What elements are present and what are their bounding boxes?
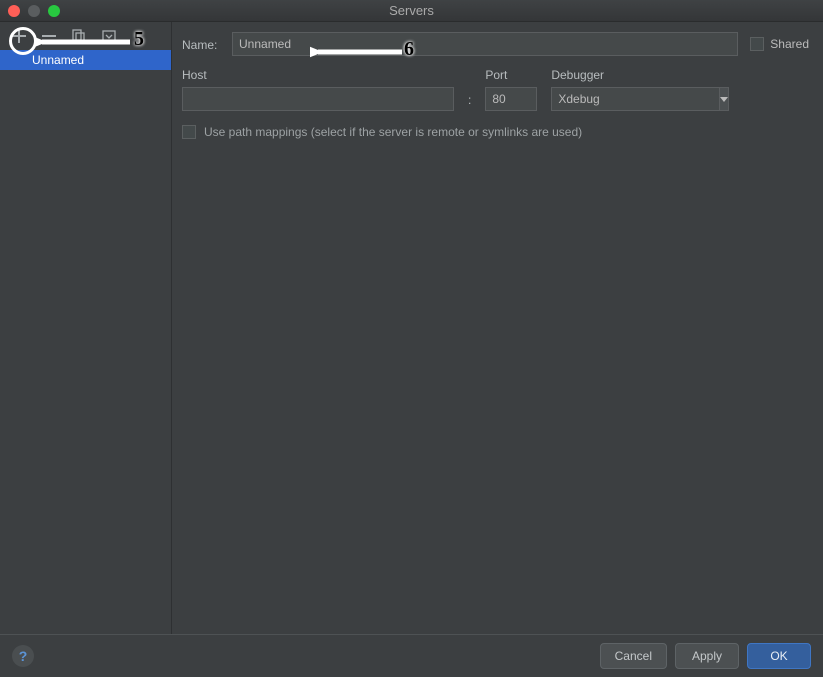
checkbox-icon [182, 125, 196, 139]
remove-server-button[interactable] [40, 27, 58, 45]
server-list-item[interactable]: Unnamed [0, 50, 171, 70]
server-list: Unnamed [0, 50, 171, 634]
host-port-separator: : [468, 93, 471, 111]
name-input[interactable] [232, 32, 738, 56]
title-bar: Servers [0, 0, 823, 22]
host-input[interactable] [182, 87, 454, 111]
copy-server-button[interactable] [70, 27, 88, 45]
dialog-footer: ? Cancel Apply OK [0, 634, 823, 676]
name-label: Name: [182, 36, 232, 52]
host-label: Host [182, 68, 454, 82]
cancel-button[interactable]: Cancel [600, 643, 667, 669]
debugger-value[interactable] [551, 87, 719, 111]
shared-label: Shared [770, 37, 809, 51]
server-list-panel: Unnamed [0, 22, 172, 634]
debugger-select[interactable] [551, 87, 703, 111]
ok-button[interactable]: OK [747, 643, 811, 669]
help-button[interactable]: ? [12, 645, 34, 667]
window-close-button[interactable] [8, 5, 20, 17]
window-title: Servers [0, 3, 823, 18]
server-list-toolbar [0, 22, 171, 50]
server-form-panel: Name: Shared Host : Port Debugger [172, 22, 823, 634]
shared-checkbox[interactable]: Shared [750, 37, 809, 51]
apply-button[interactable]: Apply [675, 643, 739, 669]
window-maximize-button[interactable] [48, 5, 60, 17]
port-label: Port [485, 68, 537, 82]
path-mappings-label: Use path mappings (select if the server … [204, 125, 582, 139]
checkbox-icon [750, 37, 764, 51]
debugger-label: Debugger [551, 68, 703, 82]
chevron-down-icon[interactable] [719, 87, 729, 111]
import-server-button[interactable] [100, 27, 118, 45]
path-mappings-checkbox[interactable]: Use path mappings (select if the server … [182, 125, 809, 139]
port-input[interactable] [485, 87, 537, 111]
window-minimize-button[interactable] [28, 5, 40, 17]
add-server-button[interactable] [10, 27, 28, 45]
